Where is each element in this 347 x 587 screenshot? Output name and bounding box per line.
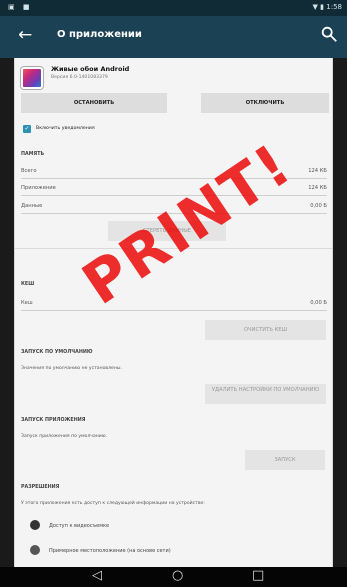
disable-button[interactable]: ОТКЛЮЧИТЬ	[201, 93, 329, 113]
screen: ▣ ■ ▼ ▮ 1:58 ← О приложении Живые обои A…	[0, 0, 347, 587]
app-name: Живые обои Android	[51, 65, 130, 73]
default-launch-title: ЗАПУСК ПО УМОЛЧАНИЮ	[21, 350, 93, 355]
app-launch-description: Запуск приложения по умолчанию.	[21, 434, 108, 439]
memory-section-title: ПАМЯТЬ	[21, 152, 45, 157]
clear-data-button[interactable]: СТЕРЕТЬ ДАННЫЕ	[108, 221, 226, 241]
camera-permission-icon	[30, 520, 40, 530]
row-value: 0,00 Б	[310, 203, 327, 209]
stop-button[interactable]: ОСТАНОВИТЬ	[21, 93, 167, 113]
notifications-label: Включить уведомления	[36, 126, 95, 131]
notifications-checkbox[interactable]: ✓	[23, 125, 31, 133]
search-icon[interactable]	[320, 25, 338, 43]
row-value: 0,00 Б	[310, 300, 327, 306]
home-nav-icon[interactable]: ○	[172, 569, 183, 583]
permission-item: Примерное местоположение (на основе сети…	[49, 548, 171, 554]
recent-apps-icon[interactable]: □	[252, 569, 264, 583]
permissions-description: У этого приложения есть доступ к следующ…	[21, 501, 205, 506]
app-launch-title: ЗАПУСК ПРИЛОЖЕНИЯ	[21, 418, 86, 423]
app-version: Версия 6.0-1401083379	[51, 75, 108, 80]
page-title: О приложении	[57, 29, 142, 40]
row-label: Всего	[21, 168, 37, 174]
app-info-content: Живые обои Android Версия 6.0-1401083379…	[14, 58, 333, 567]
clear-cache-button[interactable]: ОЧИСТИТЬ КЕШ	[205, 320, 326, 340]
status-bar: ▣ ■ ▼ ▮ 1:58	[0, 0, 347, 16]
clear-defaults-button[interactable]: УДАЛИТЬ НАСТРОЙКИ ПО УМОЛЧАНИЮ	[205, 384, 326, 404]
row-value: 124 КБ	[308, 168, 327, 174]
location-permission-icon	[30, 545, 40, 555]
navigation-bar: ◁ ○ □	[0, 567, 347, 587]
notification-icons: ▣ ■	[8, 3, 33, 11]
row-value: 124 КБ	[308, 185, 327, 191]
back-arrow-icon[interactable]: ←	[18, 26, 32, 44]
memory-row-data: Данные 0,00 Б	[21, 201, 327, 214]
cache-section-title: КЕШ	[21, 282, 35, 287]
memory-row-app: Приложение 124 КБ	[21, 183, 327, 196]
row-label: Приложение	[21, 185, 56, 191]
row-label: Данные	[21, 203, 43, 209]
back-nav-icon[interactable]: ◁	[92, 569, 102, 583]
app-bar: ← О приложении	[0, 16, 347, 58]
launch-button[interactable]: ЗАПУСК	[245, 450, 325, 470]
default-launch-description: Значения по умолчанию не установлены.	[21, 366, 122, 371]
app-icon	[21, 67, 43, 89]
battery-icon: ▮	[320, 3, 325, 11]
cache-row: Кеш 0,00 Б	[21, 298, 327, 311]
memory-row-total: Всего 124 КБ	[21, 166, 327, 179]
permissions-title: РАЗРЕШЕНИЯ	[21, 485, 60, 490]
status-indicators: ▼ ▮ 1:58	[313, 3, 342, 11]
section-divider	[15, 248, 332, 249]
row-label: Кеш	[21, 300, 33, 306]
status-time: 1:58	[326, 3, 342, 11]
wifi-icon: ▼	[312, 3, 318, 11]
permission-item: Доступ к видеосъемке	[49, 523, 110, 529]
